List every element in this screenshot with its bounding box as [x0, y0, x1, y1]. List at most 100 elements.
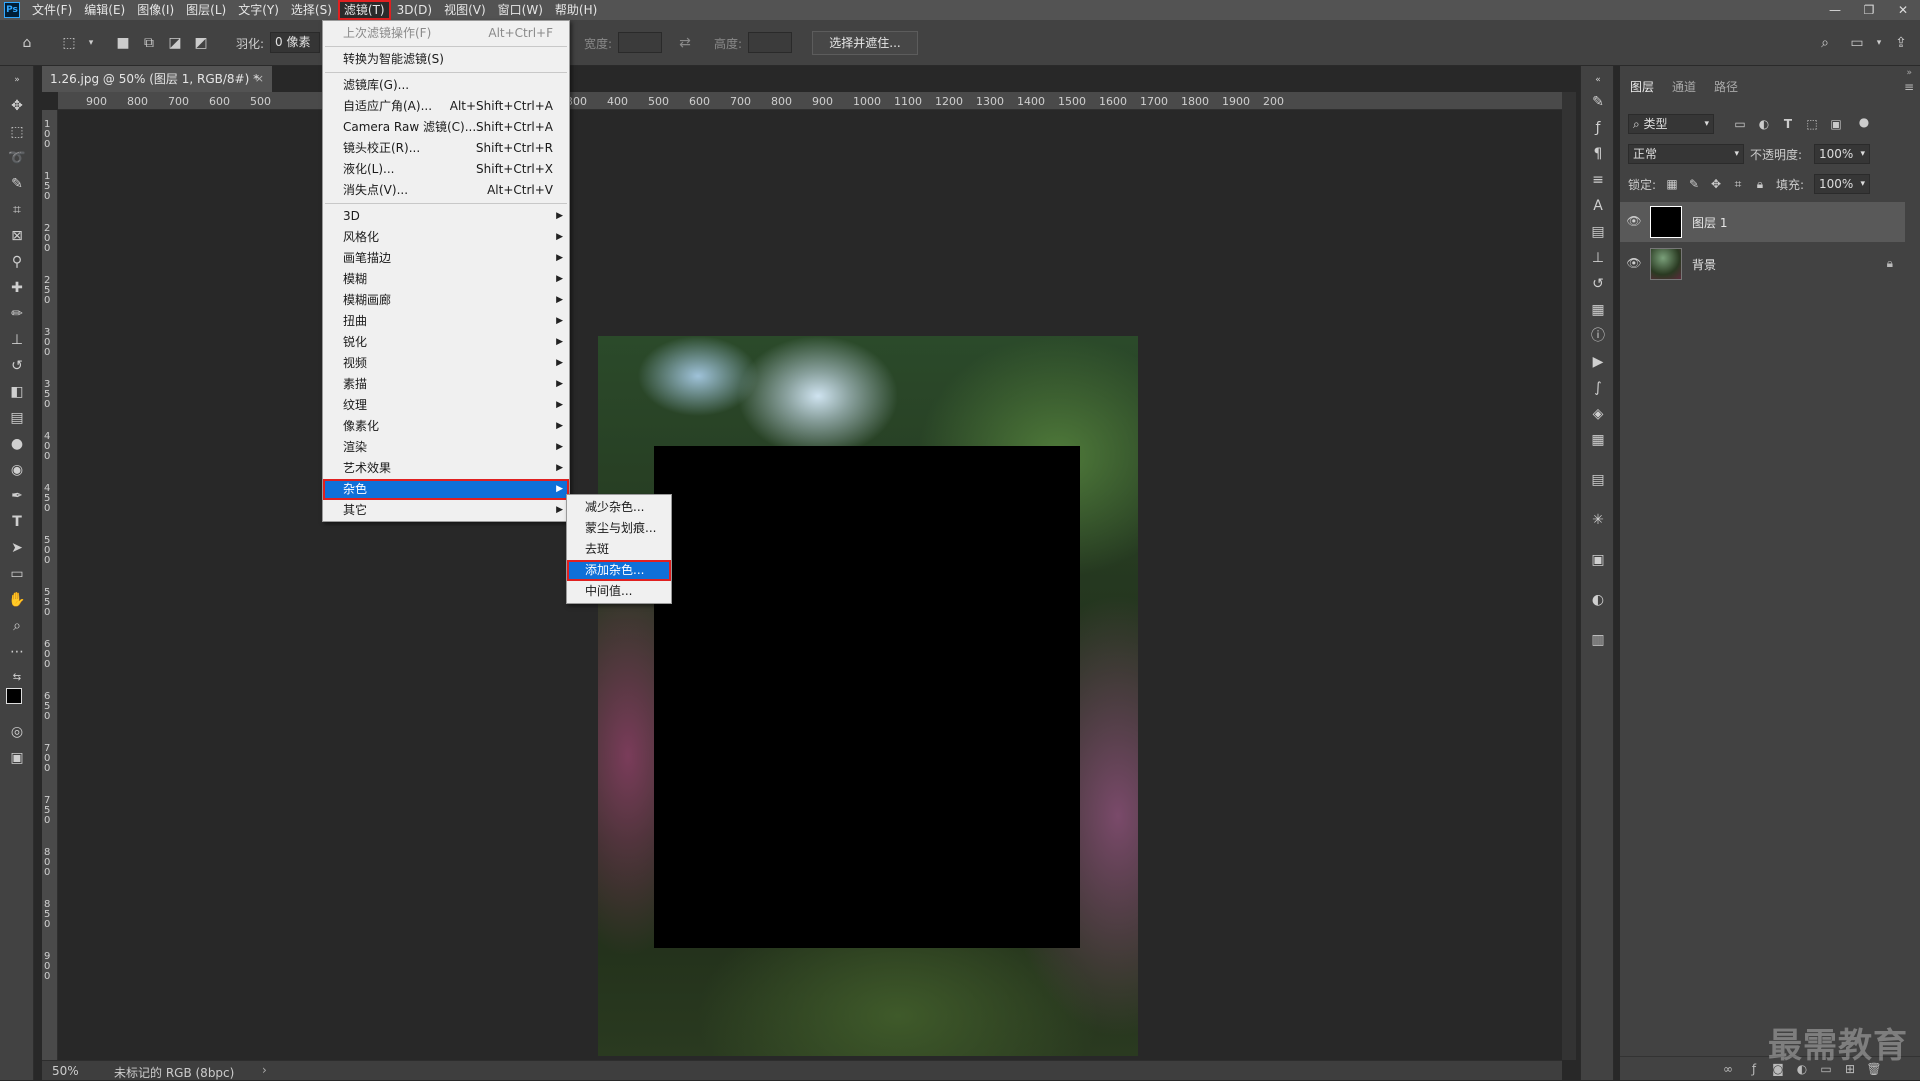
history-brush-tool-icon[interactable]: ↺ — [7, 356, 27, 376]
clone-stamp-tool-icon[interactable]: ⊥ — [7, 330, 27, 350]
close-button[interactable]: ✕ — [1886, 0, 1920, 20]
clone-source-icon[interactable]: ⊥ — [1588, 248, 1608, 268]
filter-toggle-icon[interactable]: ● — [1856, 114, 1872, 130]
paths-icon[interactable]: ∫ — [1588, 378, 1608, 398]
filter-menu-item[interactable]: 艺术效果 ▶ — [323, 458, 569, 479]
filter-menu-item[interactable]: 3D ▶ — [323, 206, 569, 227]
chevron-down-icon[interactable]: ▾ — [80, 32, 102, 54]
menu-5[interactable]: 选择(S) — [285, 0, 338, 20]
intersect-selection-icon[interactable]: ◩ — [190, 32, 212, 54]
lock-position-icon[interactable]: ✥ — [1708, 176, 1724, 192]
restore-button[interactable]: ❐ — [1852, 0, 1886, 20]
filter-menu-item[interactable]: 画笔描边 ▶ — [323, 248, 569, 269]
menu-10[interactable]: 帮助(H) — [549, 0, 603, 20]
filter-menu-item[interactable]: 锐化 ▶ — [323, 332, 569, 353]
vertical-scrollbar[interactable] — [1562, 92, 1576, 1060]
rectangle-tool-icon[interactable]: ▭ — [7, 564, 27, 584]
filter-menu-item[interactable]: 像素化 ▶ — [323, 416, 569, 437]
add-to-selection-icon[interactable]: ⧉ — [138, 32, 160, 54]
foreground-color-swatch[interactable] — [6, 688, 22, 704]
filter-menu-item[interactable]: 其它 ▶ — [323, 500, 569, 521]
filter-pixel-icon[interactable]: ▭ — [1732, 116, 1748, 132]
3d-icon[interactable]: ◈ — [1588, 404, 1608, 424]
brush-settings-icon[interactable]: ✎ — [1588, 92, 1608, 112]
workspace-icon[interactable]: ▭ — [1846, 32, 1868, 54]
noise-submenu-item[interactable]: 蒙尘与划痕... — [567, 518, 671, 539]
zoom-tool-icon[interactable]: ⌕ — [7, 616, 27, 636]
width-input[interactable] — [618, 32, 662, 53]
visibility-eye-icon[interactable]: 👁︎ — [1626, 256, 1642, 272]
canvas-area[interactable] — [58, 110, 1562, 1060]
menu-2[interactable]: 图像(I) — [131, 0, 180, 20]
filter-menu-item[interactable]: 转换为智能滤镜(S) — [323, 49, 569, 70]
menu-7[interactable]: 3D(D) — [391, 0, 438, 20]
filter-menu-item[interactable]: 镜头校正(R)... Shift+Ctrl+R — [323, 138, 569, 159]
filter-menu-item[interactable]: 渲染 ▶ — [323, 437, 569, 458]
timeline-icon[interactable]: ▣ — [1588, 550, 1608, 570]
blur-tool-icon[interactable]: ● — [7, 434, 27, 454]
zoom-level[interactable]: 50% — [52, 1064, 79, 1078]
menu-0[interactable]: 文件(F) — [26, 0, 78, 20]
filter-menu-item[interactable]: 滤镜库(G)... — [323, 75, 569, 96]
tab-channels[interactable]: 通道 — [1672, 78, 1696, 95]
actions-play-icon[interactable]: ▶ — [1588, 352, 1608, 372]
filter-shape-icon[interactable]: ⬚ — [1804, 116, 1820, 132]
history-icon[interactable]: ↺ — [1588, 274, 1608, 294]
select-and-mask-button[interactable]: 选择并遮住... — [812, 31, 918, 55]
link-layers-icon[interactable]: ∞ — [1720, 1061, 1736, 1077]
menu-4[interactable]: 文字(Y) — [232, 0, 285, 20]
filter-adjustment-icon[interactable]: ◐ — [1756, 116, 1772, 132]
noise-submenu-item[interactable]: 中间值... — [567, 581, 671, 602]
document-tab[interactable]: 1.26.jpg @ 50% (图层 1, RGB/8#) * × — [42, 66, 272, 92]
filter-menu-item[interactable]: 视频 ▶ — [323, 353, 569, 374]
chevron-down-icon[interactable]: ▾ — [1868, 32, 1890, 54]
expand-panel-icon[interactable]: » — [7, 70, 27, 90]
filter-menu-item[interactable]: 消失点(V)... Alt+Ctrl+V — [323, 180, 569, 201]
brush-tool-icon[interactable]: ✏ — [7, 304, 27, 324]
filter-menu-item[interactable]: 风格化 ▶ — [323, 227, 569, 248]
filter-menu-item[interactable]: 纹理 ▶ — [323, 395, 569, 416]
filter-menu-item[interactable]: 模糊画廊 ▶ — [323, 290, 569, 311]
notes-icon[interactable]: ▤ — [1588, 470, 1608, 490]
table-grid-icon[interactable]: ▦ — [1588, 430, 1608, 450]
dodge-tool-icon[interactable]: ◉ — [7, 460, 27, 480]
height-input[interactable] — [748, 32, 792, 53]
chevron-right-icon[interactable]: › — [262, 1063, 267, 1077]
home-icon[interactable]: ⌂ — [16, 32, 38, 54]
filter-menu-item[interactable]: 模糊 ▶ — [323, 269, 569, 290]
filter-smart-object-icon[interactable]: ▣ — [1828, 116, 1844, 132]
rect-marquee-preset-icon[interactable]: ⬚ — [58, 32, 80, 54]
feather-input[interactable]: 0 像素 — [270, 32, 320, 53]
filter-menu-item[interactable]: 扭曲 ▶ — [323, 311, 569, 332]
libraries-icon[interactable]: ▤ — [1588, 222, 1608, 242]
menu-6[interactable]: 滤镜(T) — [337, 0, 391, 20]
opacity-input[interactable]: 100% ▾ — [1814, 144, 1870, 164]
color-icon[interactable]: ◐ — [1588, 590, 1608, 610]
path-select-tool-icon[interactable]: ➤ — [7, 538, 27, 558]
hand-tool-icon[interactable]: ✋ — [7, 590, 27, 610]
pen-tool-icon[interactable]: ✒ — [7, 486, 27, 506]
close-tab-icon[interactable]: × — [255, 66, 264, 92]
eyedropper-tool-icon[interactable]: ⚲ — [7, 252, 27, 272]
fx-icon[interactable]: ƒ — [1746, 1061, 1762, 1077]
filter-type-icon[interactable]: T — [1780, 116, 1796, 132]
layer-row[interactable]: 👁︎ 背景 🔒︎ — [1620, 244, 1905, 284]
share-icon[interactable]: ⇪ — [1890, 32, 1912, 54]
layer-filter-select[interactable]: ⌕ 类型 ▾ — [1628, 114, 1714, 134]
lock-artboard-icon[interactable]: ⌗ — [1730, 176, 1746, 192]
crop-tool-icon[interactable]: ⌗ — [7, 200, 27, 220]
filter-menu-item[interactable]: 自适应广角(A)... Alt+Shift+Ctrl+A — [323, 96, 569, 117]
collapse-panel-icon[interactable]: » — [1906, 68, 1912, 78]
gradient-tool-icon[interactable]: ▤ — [7, 408, 27, 428]
fill-input[interactable]: 100% ▾ — [1814, 174, 1870, 194]
info-icon[interactable]: ⓘ — [1588, 326, 1608, 346]
lasso-tool-icon[interactable]: ➰ — [7, 148, 27, 168]
document-image[interactable] — [598, 336, 1138, 1056]
filter-menu-item[interactable]: 素描 ▶ — [323, 374, 569, 395]
menu-9[interactable]: 窗口(W) — [492, 0, 549, 20]
noise-submenu-item[interactable]: 减少杂色... — [567, 497, 671, 518]
adjustments-icon[interactable]: ✳ — [1588, 510, 1608, 530]
search-icon[interactable]: ⌕ — [1814, 32, 1836, 54]
swatches-icon[interactable]: ▦ — [1588, 300, 1608, 320]
filter-menu-item[interactable]: 上次滤镜操作(F) Alt+Ctrl+F — [323, 23, 569, 44]
